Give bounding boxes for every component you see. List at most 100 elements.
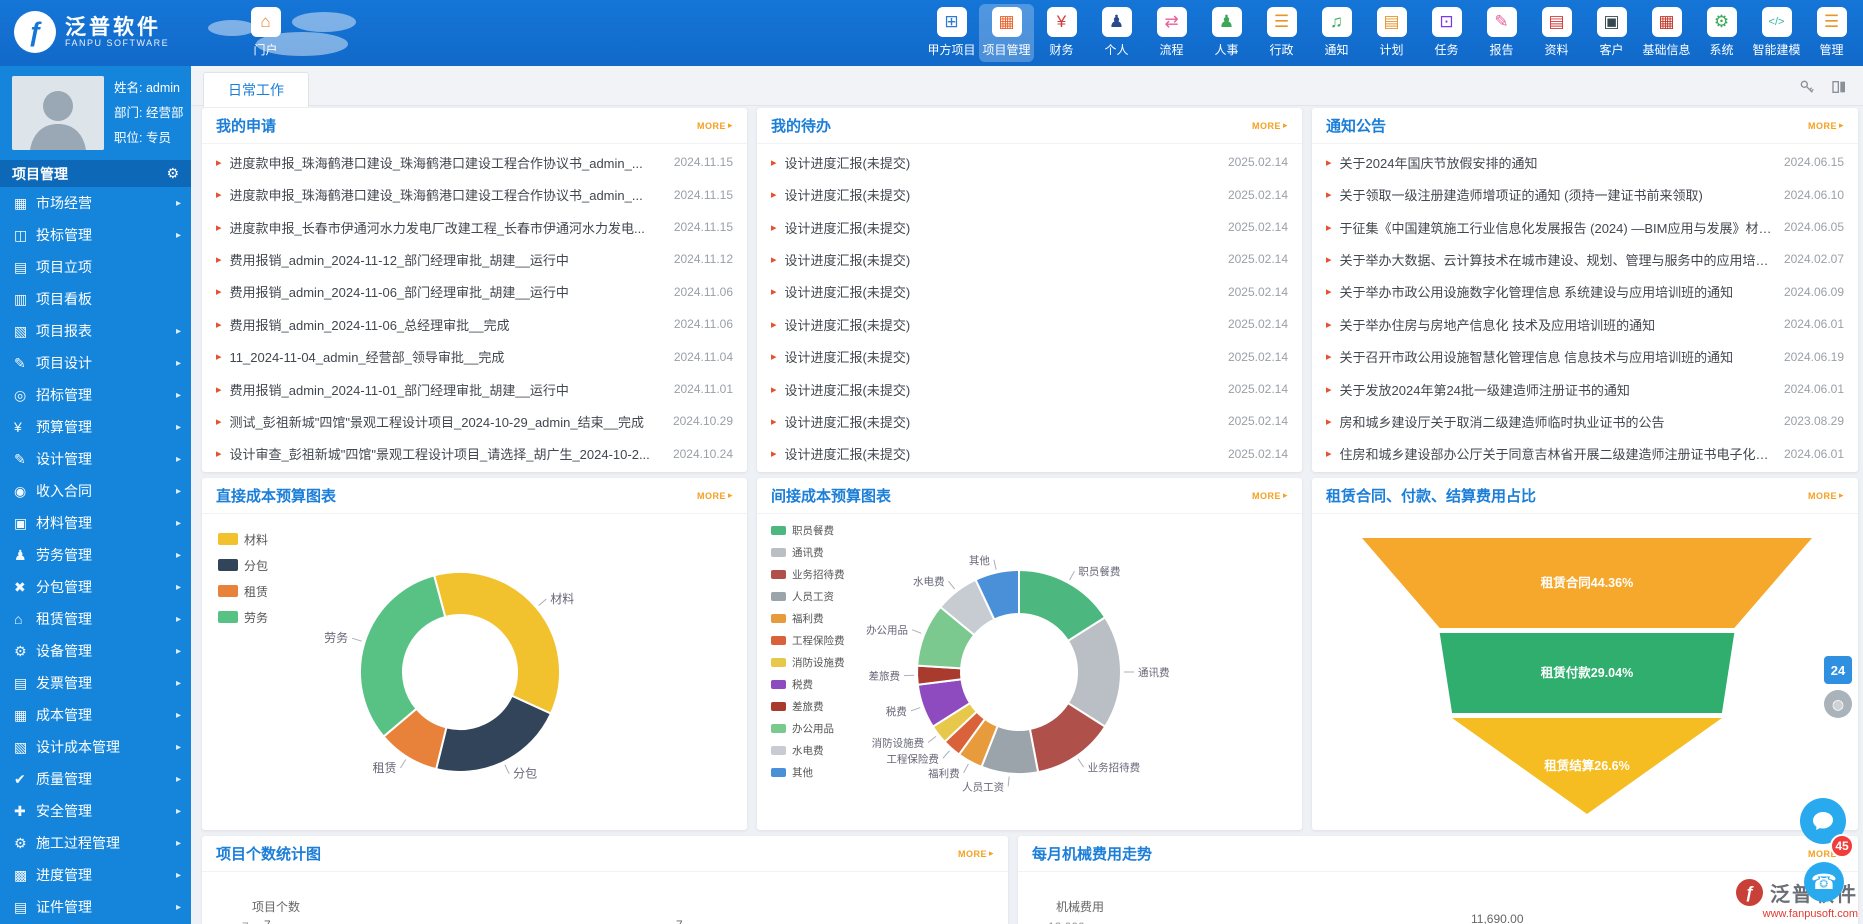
legend-item[interactable]: 税费 [771, 673, 845, 695]
list-item[interactable]: ▸ 关于举办大数据、云计算技术在城市建设、规划、管理与服务中的应用培训班... … [1312, 243, 1858, 275]
list-item[interactable]: ▸ 关于发放2024年第24批一级建造师注册证书的通知 2024.06.01 [1312, 373, 1858, 405]
list-item[interactable]: ▸ 11_2024-11-04_admin_经营部_领导审批__完成 2024.… [202, 340, 747, 372]
layout-columns-icon[interactable] [1831, 79, 1847, 95]
list-item[interactable]: ▸ 关于举办住房与房地产信息化 技术及应用培训班的通知 2024.06.01 [1312, 308, 1858, 340]
brand-logo[interactable]: ƒ 泛普软件 FANPU SOFTWARE [14, 11, 169, 53]
legend-item[interactable]: 差旅费 [771, 695, 845, 717]
legend-item[interactable]: 分包 [218, 552, 268, 578]
topnav-item[interactable]: ▤ 资料 [1529, 4, 1584, 62]
more-link[interactable]: MORE▸ [958, 848, 994, 859]
more-link[interactable]: MORE▸ [1252, 120, 1288, 131]
topnav-item[interactable]: ♫ 通知 [1309, 4, 1364, 62]
sidebar-menu-item[interactable]: ▤ 证件管理 ▸ [0, 891, 191, 923]
settings-gear-icon[interactable]: ⚙ [166, 165, 179, 182]
topnav-item[interactable]: </> 智能建模 [1749, 4, 1804, 62]
list-item[interactable]: ▸ 设计进度汇报(未提交) 2025.02.14 [757, 308, 1302, 340]
topnav-item[interactable]: ⊡ 任务 [1419, 4, 1474, 62]
more-link[interactable]: MORE▸ [1808, 490, 1844, 501]
sidebar-menu-item[interactable]: ⌂ 租赁管理 ▸ [0, 603, 191, 635]
topnav-item[interactable]: ☰ 行政 [1254, 4, 1309, 62]
legend-item[interactable]: 工程保险费 [771, 629, 845, 651]
sidebar-menu-item[interactable]: ✚ 安全管理 ▸ [0, 795, 191, 827]
rental-funnel-chart[interactable]: 租赁合同44.36%租赁付款29.04%租赁结算26.6% [1312, 514, 1858, 830]
list-item[interactable]: ▸ 费用报销_admin_2024-11-01_部门经理审批_胡建__运行中 2… [202, 373, 747, 405]
topnav-item[interactable]: ♟ 人事 [1199, 4, 1254, 62]
more-link[interactable]: MORE▸ [1808, 120, 1844, 131]
list-item[interactable]: ▸ 费用报销_admin_2024-11-12_部门经理审批_胡建__运行中 2… [202, 243, 747, 275]
list-item[interactable]: ▸ 进度款申报_珠海鹤港口建设_珠海鹤港口建设工程合作协议书_admin_...… [202, 178, 747, 210]
sidebar-menu-item[interactable]: ▧ 项目报表 ▸ [0, 315, 191, 347]
direct-cost-donut-chart[interactable]: 材料分包租赁劳务 [202, 514, 747, 830]
key-icon[interactable] [1799, 79, 1815, 95]
legend-item[interactable]: 消防设施费 [771, 651, 845, 673]
list-item[interactable]: ▸ 费用报销_admin_2024-11-06_总经理审批__完成 2024.1… [202, 308, 747, 340]
sidebar-menu-item[interactable]: ▦ 市场经营 ▸ [0, 187, 191, 219]
list-item[interactable]: ▸ 关于领取一级注册建造师增项证的通知 (须持一建证书前来领取) 2024.06… [1312, 178, 1858, 210]
calendar-widget[interactable]: 24 [1824, 656, 1852, 684]
list-item[interactable]: ▸ 设计进度汇报(未提交) 2025.02.14 [757, 373, 1302, 405]
phone-contact-button[interactable]: ☎ [1804, 862, 1844, 902]
sidebar-menu-item[interactable]: ✎ 项目设计 ▸ [0, 347, 191, 379]
legend-item[interactable]: 租赁 [218, 578, 268, 604]
topnav-item[interactable]: ▣ 客户 [1584, 4, 1639, 62]
legend-item[interactable]: 福利费 [771, 607, 845, 629]
list-item[interactable]: ▸ 设计进度汇报(未提交) 2025.02.14 [757, 146, 1302, 178]
sidebar-menu-item[interactable]: ¥ 预算管理 ▸ [0, 411, 191, 443]
list-item[interactable]: ▸ 设计审查_彭祖新城"四馆"景观工程设计项目_请选择_胡广生_2024-10-… [202, 438, 747, 470]
list-item[interactable]: ▸ 测试_彭祖新城"四馆"景观工程设计项目_2024-10-29_admin_结… [202, 405, 747, 437]
legend-item[interactable]: 劳务 [218, 604, 268, 630]
list-item[interactable]: ▸ 费用报销_admin_2024-11-06_部门经理审批_胡建__运行中 2… [202, 276, 747, 308]
topnav-item-portal[interactable]: ⌂ 门户 [238, 4, 293, 62]
sidebar-menu-item[interactable]: ▥ 项目看板 ▸ [0, 283, 191, 315]
sidebar-menu-item[interactable]: ◫ 投标管理 ▸ [0, 219, 191, 251]
sidebar-menu-item[interactable]: ◉ 收入合同 ▸ [0, 475, 191, 507]
topnav-item[interactable]: ♟ 个人 [1089, 4, 1144, 62]
topnav-item[interactable]: ⊞ 甲方项目 [924, 4, 979, 62]
topnav-item[interactable]: ¥ 财务 [1034, 4, 1089, 62]
list-item[interactable]: ▸ 关于召开市政公用设施智慧化管理信息 信息技术与应用培训班的通知 2024.0… [1312, 340, 1858, 372]
list-item[interactable]: ▸ 进度款申报_长春市伊通河水力发电厂改建工程_长春市伊通河水力发电... 20… [202, 211, 747, 243]
topnav-item[interactable]: ▦ 基础信息 [1639, 4, 1694, 62]
topnav-item[interactable]: ⇄ 流程 [1144, 4, 1199, 62]
sidebar-menu-item[interactable]: ⚙ 设备管理 ▸ [0, 635, 191, 667]
list-item[interactable]: ▸ 设计进度汇报(未提交) 2025.02.14 [757, 243, 1302, 275]
legend-item[interactable]: 职员餐费 [771, 519, 845, 541]
sidebar-menu-item[interactable]: ▧ 设计成本管理 ▸ [0, 731, 191, 763]
legend-item[interactable]: 业务招待费 [771, 563, 845, 585]
cad-widget[interactable]: ◍ [1824, 690, 1852, 718]
tab-daily-work[interactable]: 日常工作 [203, 72, 309, 107]
sidebar-menu-item[interactable]: ▤ 发票管理 ▸ [0, 667, 191, 699]
more-link[interactable]: MORE▸ [1252, 490, 1288, 501]
list-item[interactable]: ▸ 进度款申报_珠海鹤港口建设_珠海鹤港口建设工程合作协议书_admin_...… [202, 146, 747, 178]
sidebar-menu-item[interactable]: ▣ 材料管理 ▸ [0, 507, 191, 539]
more-link[interactable]: MORE▸ [697, 490, 733, 501]
unread-count-badge[interactable]: 45 [1830, 834, 1854, 858]
list-item[interactable]: ▸ 设计进度汇报(未提交) 2025.02.14 [757, 178, 1302, 210]
sidebar-menu-item[interactable]: ▩ 进度管理 ▸ [0, 859, 191, 891]
more-link[interactable]: MORE▸ [697, 120, 733, 131]
donut-segment[interactable] [436, 696, 551, 772]
list-item[interactable]: ▸ 设计进度汇报(未提交) 2025.02.14 [757, 405, 1302, 437]
list-item[interactable]: ▸ 设计进度汇报(未提交) 2025.02.14 [757, 276, 1302, 308]
legend-item[interactable]: 通讯费 [771, 541, 845, 563]
list-item[interactable]: ▸ 于征集《中国建筑施工行业信息化发展报告 (2024) —BIM应用与发展》材… [1312, 211, 1858, 243]
list-item[interactable]: ▸ 关于举办市政公用设施数字化管理信息 系统建设与应用培训班的通知 2024.0… [1312, 276, 1858, 308]
sidebar-menu-item[interactable]: ♟ 劳务管理 ▸ [0, 539, 191, 571]
sidebar-menu-item[interactable]: ▤ 项目立项 ▸ [0, 251, 191, 283]
topnav-item[interactable]: ✎ 报告 [1474, 4, 1529, 62]
donut-segment[interactable] [360, 575, 445, 736]
sidebar-menu-item[interactable]: ⚙ 施工过程管理 ▸ [0, 827, 191, 859]
sidebar-menu-item[interactable]: ▦ 成本管理 ▸ [0, 699, 191, 731]
topnav-item[interactable]: ▦ 项目管理 [979, 4, 1034, 62]
donut-segment[interactable] [434, 572, 560, 714]
sidebar-menu-item[interactable]: ✖ 分包管理 ▸ [0, 571, 191, 603]
legend-item[interactable]: 其他 [771, 761, 845, 783]
legend-item[interactable]: 人员工资 [771, 585, 845, 607]
legend-item[interactable]: 材料 [218, 526, 268, 552]
list-item[interactable]: ▸ 设计进度汇报(未提交) 2025.02.14 [757, 438, 1302, 470]
sidebar-menu-item[interactable]: ◎ 招标管理 ▸ [0, 379, 191, 411]
list-item[interactable]: ▸ 住房和城乡建设部办公厅关于同意吉林省开展二级建造师注册证书电子化试点... … [1312, 438, 1858, 470]
list-item[interactable]: ▸ 房和城乡建设厅关于取消二级建造师临时执业证书的公告 2023.08.29 [1312, 405, 1858, 437]
topnav-item[interactable]: ☰ 管理 [1804, 4, 1859, 62]
list-item[interactable]: ▸ 设计进度汇报(未提交) 2025.02.14 [757, 340, 1302, 372]
